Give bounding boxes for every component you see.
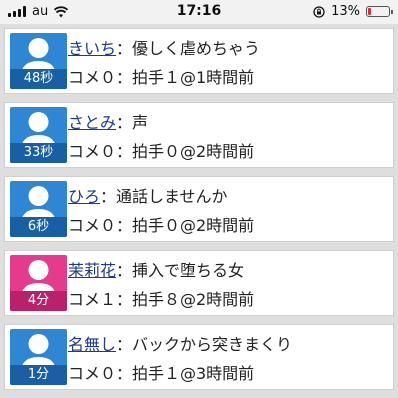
status-bar: au 17:16 13%: [0, 0, 398, 24]
post-title-line: 名無し：バックから突きまくり: [68, 331, 292, 355]
elapsed-time-badge: 6秒: [10, 217, 67, 237]
post-stats: コメ０：拍手０@2時間前: [68, 216, 255, 235]
status-right: 13%: [313, 4, 393, 19]
separator: ：: [116, 261, 133, 280]
elapsed-time-badge: 33秒: [10, 143, 67, 163]
avatar[interactable]: 4分: [10, 255, 67, 311]
post-stats: コメ０：拍手０@2時間前: [68, 142, 255, 161]
elapsed-time-badge: 1分: [10, 365, 67, 385]
user-name-link[interactable]: きいち: [68, 39, 116, 58]
user-name-link[interactable]: 名無し: [68, 335, 116, 354]
post-card[interactable]: 48秒 きいち：優しく虐めちゃう コメ０：拍手１@1時間前: [4, 28, 394, 94]
post-text: 優しく虐めちゃう: [132, 39, 261, 58]
post-stats: コメ０：拍手１@1時間前: [68, 68, 255, 87]
post-title-line: さとみ：声: [68, 109, 148, 133]
post-list: 48秒 きいち：優しく虐めちゃう コメ０：拍手１@1時間前 33秒 さとみ：声 …: [4, 28, 394, 398]
post-title-line: 茉莉花：挿入で堕ちる女: [68, 257, 244, 281]
user-name-link[interactable]: 茉莉花: [68, 261, 116, 280]
post-text: バックから突きまくり: [132, 335, 293, 354]
post-card[interactable]: 33秒 さとみ：声 コメ０：拍手０@2時間前: [4, 102, 394, 168]
post-stats: コメ０：拍手１@3時間前: [68, 364, 255, 383]
post-stats: コメ１：拍手８@2時間前: [68, 290, 255, 309]
avatar[interactable]: 6秒: [10, 181, 67, 237]
post-card[interactable]: 1分 名無し：バックから突きまくり コメ０：拍手１@3時間前: [4, 324, 394, 390]
avatar[interactable]: 33秒: [10, 107, 67, 163]
separator: ：: [116, 335, 133, 354]
separator: ：: [100, 187, 117, 206]
post-text: 通話しませんか: [116, 187, 228, 206]
battery-icon: [366, 6, 393, 17]
separator: ：: [116, 113, 133, 132]
post-text: 声: [132, 113, 149, 132]
post-title-line: ひろ：通話しませんか: [68, 183, 228, 207]
avatar[interactable]: 48秒: [10, 33, 67, 89]
battery-percent: 13%: [331, 4, 360, 19]
post-card[interactable]: 6秒 ひろ：通話しませんか コメ０：拍手０@2時間前: [4, 176, 394, 242]
post-card[interactable]: 4分 茉莉花：挿入で堕ちる女 コメ１：拍手８@2時間前: [4, 250, 394, 316]
battery-fill: [368, 8, 371, 15]
user-name-link[interactable]: ひろ: [68, 187, 100, 206]
avatar[interactable]: 1分: [10, 329, 67, 385]
rotation-lock-icon: [313, 5, 325, 18]
elapsed-time-badge: 4分: [10, 291, 67, 311]
user-name-link[interactable]: さとみ: [68, 113, 116, 132]
post-title-line: きいち：優しく虐めちゃう: [68, 35, 260, 59]
elapsed-time-badge: 48秒: [10, 69, 67, 89]
post-text: 挿入で堕ちる女: [132, 261, 245, 280]
separator: ：: [116, 39, 133, 58]
